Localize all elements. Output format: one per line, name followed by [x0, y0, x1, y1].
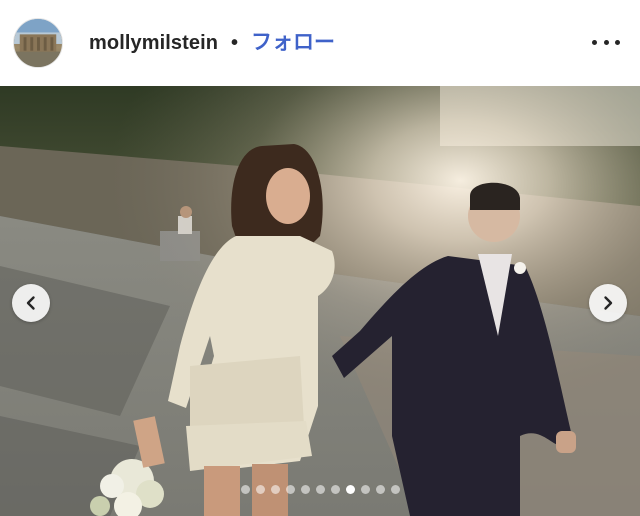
post-header: mollymilstein • フォロー [0, 0, 640, 86]
chevron-left-icon [26, 296, 35, 310]
carousel-dot-active [345, 484, 355, 494]
carousel-next-button[interactable] [589, 284, 627, 322]
profile-avatar[interactable] [13, 18, 63, 68]
carousel-dot [300, 484, 310, 494]
carousel-dot [315, 484, 325, 494]
separator-dot: • [231, 32, 239, 54]
carousel-indicators [0, 484, 640, 494]
username-link[interactable]: mollymilstein [89, 31, 218, 55]
carousel-prev-button[interactable] [12, 284, 50, 322]
carousel-dot [390, 484, 400, 494]
avatar-building-image [14, 19, 62, 67]
carousel-dot [330, 484, 340, 494]
follow-button[interactable]: フォロー [251, 30, 335, 56]
carousel-dot [360, 484, 370, 494]
more-dot-1 [592, 39, 597, 45]
carousel-dot [255, 484, 265, 494]
chevron-right-icon [604, 296, 613, 310]
post-photo[interactable] [0, 86, 640, 516]
carousel-dot [270, 484, 280, 494]
more-options-icon[interactable] [592, 30, 620, 54]
more-dot-2 [603, 39, 609, 45]
photo-scene [0, 86, 640, 516]
more-dot-3 [615, 39, 620, 45]
carousel-dot [240, 484, 250, 494]
carousel-dot [375, 484, 385, 494]
carousel-dot [285, 484, 295, 494]
